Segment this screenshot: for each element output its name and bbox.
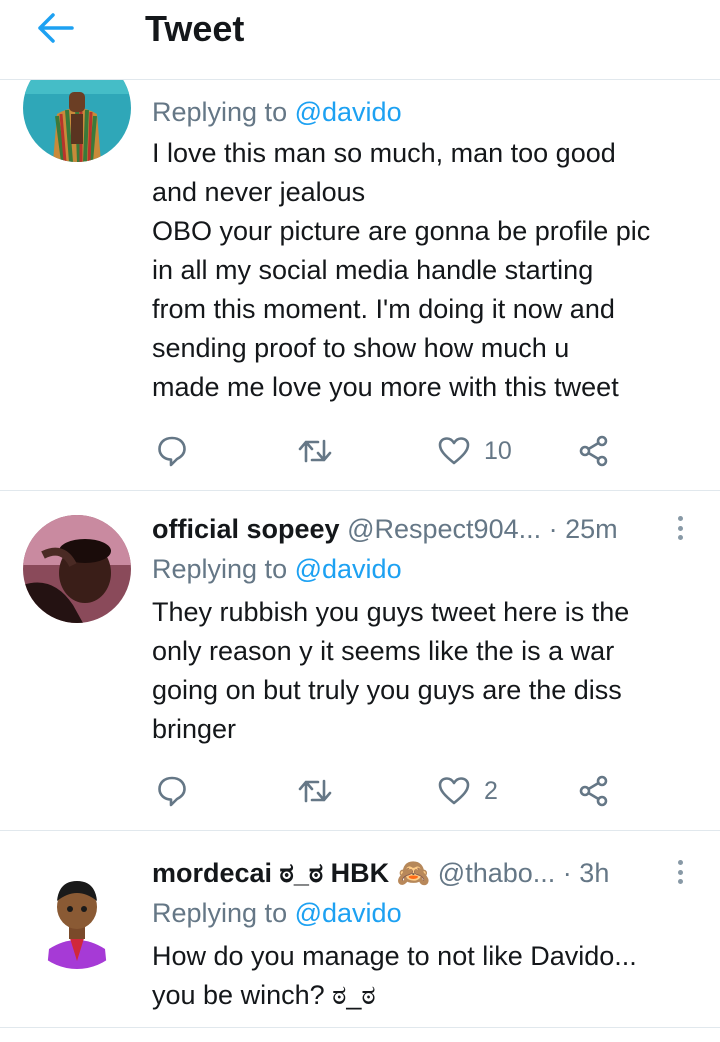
reply-tweet[interactable]: mordecai ಠ_ಠ HBK 🙈 @thabo... · 3h Replyi… xyxy=(0,831,720,1027)
like-button[interactable]: 2 xyxy=(438,771,498,811)
reply-bubble-icon xyxy=(158,776,186,807)
heart-icon xyxy=(438,777,470,805)
share-icon xyxy=(579,775,608,807)
reply-button[interactable] xyxy=(157,771,187,811)
avatar[interactable] xyxy=(23,515,131,623)
like-button[interactable]: 10 xyxy=(438,431,512,471)
like-count: 10 xyxy=(484,436,512,465)
share-button[interactable] xyxy=(578,431,610,471)
replying-to: Replying to @davido xyxy=(152,97,402,127)
display-name[interactable]: mordecai ಠ_ಠ HBK 🙈 xyxy=(152,858,430,888)
reply-bubble-icon xyxy=(158,436,186,467)
more-button[interactable] xyxy=(670,513,690,543)
back-button[interactable] xyxy=(30,6,80,50)
tweet-text: I love this man so much, man too good an… xyxy=(152,138,651,402)
replying-to: Replying to @davido xyxy=(152,898,402,928)
tweet-actions: 10 xyxy=(152,431,622,471)
like-count: 2 xyxy=(484,776,498,805)
more-vertical-icon xyxy=(677,860,683,865)
tweet-actions: 2 xyxy=(152,771,622,811)
separator: · xyxy=(562,858,572,888)
display-name[interactable]: official sopeey xyxy=(152,514,340,544)
heart-icon xyxy=(438,437,470,465)
user-handle[interactable]: @thabo... xyxy=(438,858,555,888)
tweet-text: How do you manage to not like Davido... … xyxy=(152,941,637,1010)
page-title: Tweet xyxy=(145,8,245,49)
timestamp: 3h xyxy=(579,858,610,888)
tweet-text: They rubbish you guys tweet here is the … xyxy=(152,597,630,744)
share-icon xyxy=(579,435,608,467)
top-app-bar: Tweet xyxy=(0,0,720,80)
avatar-image xyxy=(23,515,131,623)
retweet-button[interactable] xyxy=(298,431,332,471)
share-button[interactable] xyxy=(578,771,610,811)
reply-tweet[interactable]: Replying to @davido I love this man so m… xyxy=(0,54,720,490)
reply-tweet[interactable]: official sopeey @Respect904... · 25m Rep… xyxy=(0,491,720,829)
user-handle[interactable]: @Respect904... xyxy=(347,514,541,544)
timestamp: 25m xyxy=(565,514,618,544)
mention-link[interactable]: @davido xyxy=(295,97,402,127)
mention-link[interactable]: @davido xyxy=(295,898,402,928)
tweet-header: official sopeey @Respect904... · 25m xyxy=(152,509,704,549)
mention-link[interactable]: @davido xyxy=(295,554,402,584)
retweet-button[interactable] xyxy=(298,771,332,811)
avatar-image xyxy=(23,861,131,969)
reply-button[interactable] xyxy=(157,431,187,471)
retweet-icon xyxy=(298,779,332,803)
more-button[interactable] xyxy=(670,857,690,887)
separator: · xyxy=(548,514,558,544)
avatar[interactable] xyxy=(23,861,131,969)
divider xyxy=(0,1027,720,1028)
retweet-icon xyxy=(298,439,332,463)
replying-to: Replying to @davido xyxy=(152,554,402,584)
more-vertical-icon xyxy=(677,516,683,521)
arrow-left-icon xyxy=(38,13,74,43)
tweet-header: mordecai ಠ_ಠ HBK 🙈 @thabo... · 3h xyxy=(152,853,704,893)
